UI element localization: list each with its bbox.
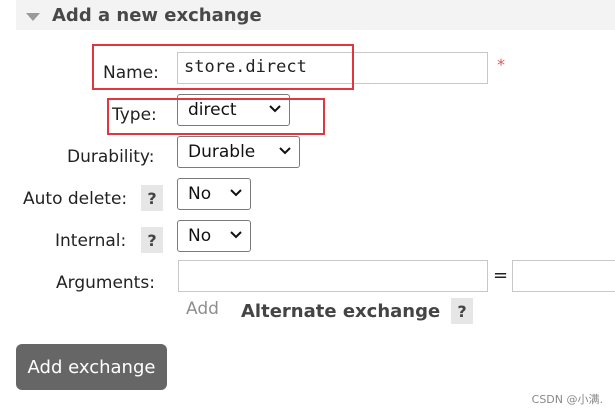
add-exchange-button[interactable]: Add exchange	[16, 344, 167, 390]
durability-label: Durability:	[67, 147, 155, 167]
watermark-text: CSDN @小满.	[531, 393, 603, 406]
auto-delete-label: Auto delete:	[23, 189, 128, 209]
alternate-exchange-help-button[interactable]: ?	[451, 298, 473, 324]
highlight-box-type	[107, 98, 325, 135]
equals-sign: =	[493, 265, 509, 286]
internal-label: Internal:	[55, 231, 127, 251]
durability-select[interactable]: Durable	[177, 136, 300, 168]
arguments-label: Arguments:	[56, 273, 155, 293]
chevron-down-icon	[230, 231, 242, 239]
required-asterisk: *	[497, 55, 505, 74]
collapse-caret-icon[interactable]	[26, 12, 40, 21]
auto-delete-select[interactable]: No	[177, 178, 251, 210]
add-argument-link[interactable]: Add	[186, 299, 219, 319]
durability-select-value: Durable	[188, 142, 256, 162]
auto-delete-help-button[interactable]: ?	[141, 185, 163, 211]
argument-value-input[interactable]	[512, 260, 615, 292]
chevron-down-icon	[279, 147, 291, 155]
internal-select-value: No	[188, 226, 212, 246]
add-exchange-page: Add a new exchange Name: store.direct * …	[0, 0, 615, 411]
chevron-down-icon	[230, 189, 242, 197]
internal-select[interactable]: No	[177, 220, 251, 252]
alternate-exchange-label[interactable]: Alternate exchange	[241, 301, 440, 322]
auto-delete-select-value: No	[188, 184, 212, 204]
internal-help-button[interactable]: ?	[141, 227, 163, 253]
section-header[interactable]: Add a new exchange	[16, 0, 615, 30]
highlight-box-name	[92, 44, 354, 90]
argument-key-input[interactable]	[178, 260, 488, 292]
section-title: Add a new exchange	[52, 4, 262, 26]
